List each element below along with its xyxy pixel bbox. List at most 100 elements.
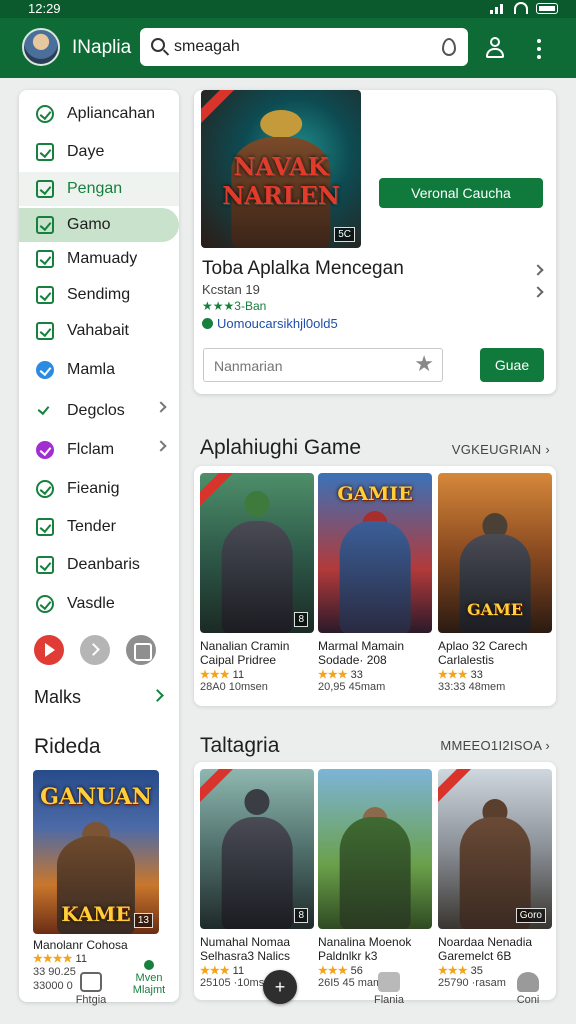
review-input[interactable] bbox=[214, 356, 414, 376]
game-card[interactable]: 8 Nanalian Cramin Caipal Pridree ★★★ 11 … bbox=[200, 473, 314, 693]
sidebar-item-label: Vasdle bbox=[67, 595, 115, 612]
sidebar-item-label: Tender bbox=[67, 518, 116, 535]
cover-title: NAVAK NARLEN bbox=[222, 152, 340, 210]
nav-item-flania[interactable]: Flania bbox=[364, 972, 414, 1006]
sidebar-item-degclos[interactable]: Degclos bbox=[19, 394, 179, 428]
game-cover: 8 bbox=[200, 769, 314, 929]
rating-value: 33 bbox=[470, 668, 483, 681]
status-icons bbox=[490, 2, 558, 14]
game-card[interactable]: GAMIE Marmal Mamain Sodade· 208 ★★★ 33 2… bbox=[318, 473, 432, 693]
game-title: Nanalina Moenok Paldnlkr k3 bbox=[318, 935, 412, 964]
game-title: Aplao 32 Carech Carlalestis bbox=[438, 639, 528, 668]
game-cover: 8 bbox=[200, 473, 314, 633]
sidebar-item-pengan[interactable]: Pengan bbox=[19, 172, 179, 206]
check-box-icon bbox=[36, 143, 54, 161]
verified-text: Uomoucarsikhjl0old5 bbox=[217, 316, 338, 331]
sidebar-item-label: Sendimg bbox=[67, 286, 131, 303]
sidebar-item-label: Apliancahan bbox=[67, 105, 156, 122]
sidebar-item-deanbaris[interactable]: Deanbaris bbox=[19, 548, 179, 582]
rating-value: 33 bbox=[350, 668, 363, 681]
featured-cover[interactable]: NAVAK NARLEN 5C bbox=[201, 90, 361, 248]
game-title: Marmal Mamain Sodade· 208 bbox=[318, 639, 405, 668]
sidebar-item-label: Gamo bbox=[67, 216, 111, 233]
game-card[interactable]: 8 Numahal Nomaa Selhasra3 Nalics ★★★ 11 … bbox=[200, 769, 314, 989]
sidebar-item-label: Mamuady bbox=[67, 250, 138, 267]
featured-rating: ★★★3-Ban bbox=[202, 299, 267, 313]
rating-value: 11 bbox=[75, 953, 87, 965]
hero-head bbox=[260, 110, 302, 139]
nav-item-fhtgia[interactable]: Fhtgia bbox=[66, 972, 116, 1006]
mail-icon bbox=[36, 518, 54, 536]
section-title: Aplahiughi Game bbox=[200, 436, 362, 459]
check-box-icon bbox=[36, 556, 54, 574]
avatar[interactable] bbox=[22, 28, 60, 66]
play-icon[interactable] bbox=[34, 635, 64, 665]
sidebar-item-label: Flclam bbox=[67, 441, 115, 458]
sidebar-item-vahabait[interactable]: Vahabait bbox=[19, 314, 179, 348]
chevron-right-icon[interactable] bbox=[532, 264, 544, 276]
ribbon bbox=[201, 90, 236, 125]
nav-item-mven[interactable]: Mven Mlajmt bbox=[126, 960, 172, 996]
see-all-link[interactable]: MMEEO1I2ISOA › bbox=[440, 738, 550, 753]
sidebar-item-label: Degclos bbox=[67, 402, 125, 419]
rating-stars: ★★★ 33 bbox=[438, 668, 552, 681]
profile-icon bbox=[517, 972, 539, 992]
age-badge: Goro bbox=[515, 908, 546, 923]
game-card[interactable]: Goro Noardaa Nenadia Garemelct 6B ★★★ 35… bbox=[438, 769, 552, 989]
add-button[interactable]: + bbox=[263, 970, 297, 1004]
nav-label: Coni bbox=[516, 994, 540, 1006]
star-icon[interactable]: ★ bbox=[414, 353, 434, 375]
sidebar-item-gamo[interactable]: Gamo bbox=[19, 208, 179, 242]
review-field[interactable]: ★ bbox=[203, 348, 443, 382]
library-icon bbox=[80, 972, 102, 992]
mic-icon[interactable] bbox=[442, 38, 456, 56]
sidebar-item-fieanig[interactable]: Fieanig bbox=[19, 472, 179, 506]
account-icon[interactable] bbox=[484, 37, 506, 59]
game-title: Manolanr Cohosa bbox=[33, 938, 128, 952]
check-box-icon bbox=[36, 216, 54, 234]
chevron-right-icon[interactable] bbox=[532, 286, 544, 298]
game-title: Nanalian Cramin Caipal Pridree bbox=[200, 639, 290, 668]
sidebar-item-mamla[interactable]: Mamla bbox=[19, 353, 179, 387]
game-meta: 33:33 48mem bbox=[438, 680, 506, 693]
sidebar-item-sendimg[interactable]: Sendimg bbox=[19, 278, 179, 312]
primary-action-button[interactable]: Veronal Caucha bbox=[379, 178, 543, 208]
game-cover: GAMIE bbox=[318, 473, 432, 633]
search-bar[interactable] bbox=[140, 28, 468, 66]
check-circle-icon bbox=[36, 361, 54, 379]
game-card[interactable]: Nanalina Moenok Paldnlkr k3 ★★★ 56 26I5 … bbox=[318, 769, 432, 989]
featured-title: Toba Aplalka Mencegan bbox=[202, 258, 404, 279]
game-card[interactable]: GAME Aplao 32 Carech Carlalestis ★★★ 33 … bbox=[438, 473, 552, 693]
window-icon[interactable] bbox=[126, 635, 156, 665]
forward-icon[interactable] bbox=[80, 635, 110, 665]
verified-label: Uomoucarsikhjl0old5 bbox=[202, 316, 338, 331]
age-badge: 8 bbox=[294, 908, 308, 923]
age-badge: 13 bbox=[133, 913, 153, 928]
search-icon bbox=[151, 38, 165, 52]
sidebar-item-flclam[interactable]: Flclam bbox=[19, 433, 179, 467]
section-title: Taltagria bbox=[200, 734, 280, 757]
go-button[interactable]: Guae bbox=[480, 348, 544, 382]
more-options-icon[interactable] bbox=[534, 39, 544, 59]
signal-icon bbox=[490, 2, 506, 14]
search-icon bbox=[36, 105, 54, 123]
game-meta: 28A0 10msen bbox=[200, 680, 268, 693]
featured-card: NAVAK NARLEN 5C Veronal Caucha Toba Apla… bbox=[194, 90, 556, 394]
sidebar-item-daye[interactable]: Daye bbox=[19, 135, 179, 169]
search-input[interactable] bbox=[174, 34, 424, 60]
nav-item-coni[interactable]: Coni bbox=[506, 972, 550, 1006]
verified-icon bbox=[202, 318, 213, 329]
sidebar-item-label: Vahabait bbox=[67, 322, 129, 339]
chevron-right-icon[interactable] bbox=[151, 689, 164, 702]
sidebar-item-apliancahan[interactable]: Apliancahan bbox=[19, 97, 179, 131]
more-link[interactable]: Malks bbox=[34, 687, 81, 708]
refresh-icon bbox=[36, 480, 54, 498]
see-all-link[interactable]: VGKEUGRIAN › bbox=[452, 442, 550, 457]
clipboard-icon bbox=[36, 322, 54, 340]
check-circle-icon bbox=[36, 595, 54, 613]
star-icons: ★★★★ bbox=[33, 953, 73, 965]
sidebar-item-tender[interactable]: Tender bbox=[19, 510, 179, 544]
sidebar-item-mamuady[interactable]: Mamuady bbox=[19, 242, 179, 276]
sidebar-item-vasdle[interactable]: Vasdle bbox=[19, 587, 179, 621]
battery-icon bbox=[536, 2, 558, 14]
